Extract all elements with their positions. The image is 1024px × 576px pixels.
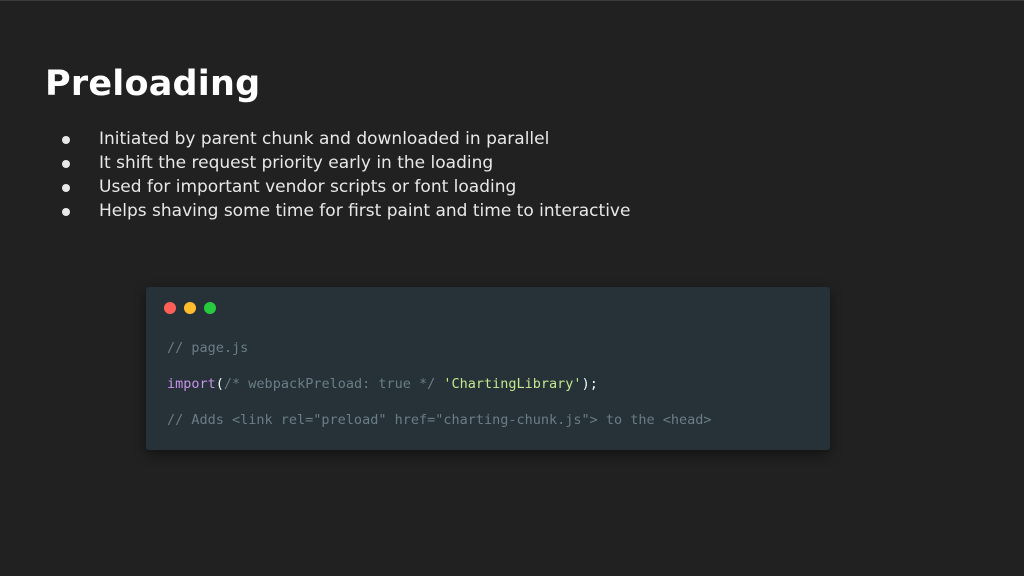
bullet-text: Initiated by parent chunk and downloaded…	[99, 129, 550, 149]
code-comment: // page.js	[167, 340, 249, 356]
top-divider	[0, 0, 1024, 1]
bullet-item: Used for important vendor scripts or fon…	[62, 175, 630, 199]
bullet-item: It shift the request priority early in t…	[62, 151, 630, 175]
bullet-text: Helps shaving some time for first paint …	[99, 201, 631, 221]
code-snippet-window: // page.js import(/* webpackPreload: tru…	[146, 287, 830, 450]
code-line-2: import(/* webpackPreload: true */ 'Chart…	[167, 375, 598, 393]
slide-title: Preloading	[45, 64, 261, 104]
bullet-text: Used for important vendor scripts or fon…	[99, 177, 517, 197]
code-punctuation: );	[581, 376, 598, 392]
code-line-1: // page.js	[167, 339, 248, 357]
close-dot-icon	[164, 302, 176, 314]
code-keyword: import	[167, 376, 216, 392]
bullet-dot-icon	[62, 160, 70, 168]
bullet-dot-icon	[62, 136, 70, 144]
code-string: 'ChartingLibrary'	[443, 376, 582, 392]
code-punctuation: (	[215, 376, 224, 392]
code-comment: /* webpackPreload: true */	[223, 376, 436, 392]
code-line-3: // Adds <link rel="preload" href="charti…	[167, 411, 712, 429]
bullet-text: It shift the request priority early in t…	[99, 153, 494, 173]
code-comment: // Adds <link rel="preload" href="charti…	[167, 412, 712, 428]
bullet-list: Initiated by parent chunk and downloaded…	[62, 127, 630, 223]
maximize-dot-icon	[204, 302, 216, 314]
bullet-dot-icon	[62, 208, 70, 216]
bullet-dot-icon	[62, 184, 70, 192]
minimize-dot-icon	[184, 302, 196, 314]
bullet-item: Initiated by parent chunk and downloaded…	[62, 127, 630, 151]
bullet-item: Helps shaving some time for first paint …	[62, 199, 630, 223]
